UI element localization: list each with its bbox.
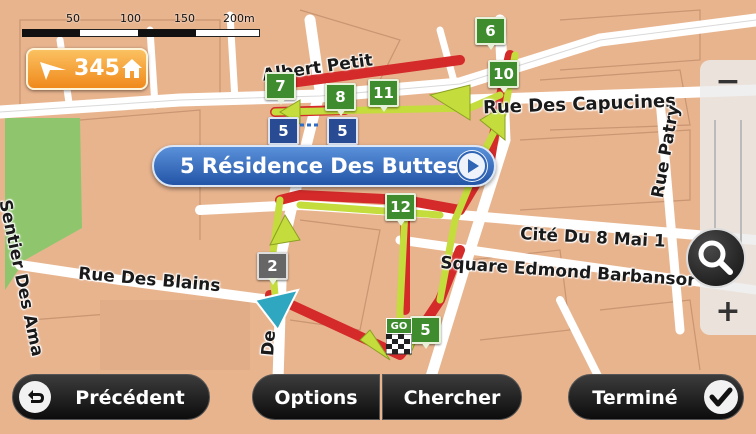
options-button[interactable]: Options [252,374,380,420]
scale-label-50: 50 [66,12,80,25]
location-bubble[interactable]: 5 Résidence Des Buttes [152,145,496,187]
checkmark-icon [704,380,738,414]
search-text-button[interactable]: Chercher [382,374,522,420]
home-distance-badge[interactable]: 345 [26,48,148,90]
route-marker[interactable]: 2 [257,252,288,285]
route-marker[interactable]: 5 [327,117,358,145]
route-marker[interactable]: 5 [410,316,441,349]
home-distance-value: 345 [74,56,120,81]
zoom-bar: − + [700,60,756,335]
search-button-label: Chercher [403,387,501,409]
house-icon [122,59,142,78]
scale-bar: 50 100 150 200m [20,12,260,40]
route-arrow-icon [40,62,66,80]
start-flag[interactable]: GO [386,318,412,358]
route-marker[interactable]: 12 [385,193,416,226]
location-bubble-text: 5 Résidence Des Buttes [180,154,460,178]
options-button-label: Options [274,387,358,409]
route-marker[interactable]: 11 [368,79,399,112]
scale-label-100: 100 [120,12,141,25]
map-screen: 50 100 150 200m 345 Albert Petit Rue Des… [0,0,756,434]
scale-label-200m: 200m [223,12,255,25]
scale-segment [138,29,196,37]
zoom-out-button[interactable]: − [708,62,748,102]
route-marker[interactable]: 6 [475,17,506,50]
scale-segment [22,29,80,37]
route-marker[interactable]: 8 [325,83,356,116]
play-icon[interactable] [456,150,488,182]
route-marker[interactable]: 10 [488,60,519,93]
scale-label-150: 150 [174,12,195,25]
street-label-de: De [258,329,281,357]
route-marker[interactable]: 7 [265,72,296,105]
back-arrow-icon [19,381,51,413]
done-button[interactable]: Terminé [568,374,744,420]
checkered-flag-icon [386,334,412,355]
search-button[interactable] [686,228,746,288]
back-button[interactable]: Précédent [12,374,210,420]
start-flag-label: GO [386,318,412,334]
done-button-label: Terminé [592,387,678,409]
zoom-in-button[interactable]: + [708,292,748,332]
route-marker[interactable]: 5 [268,117,299,145]
magnifier-icon [698,240,733,275]
back-button-label: Précédent [75,387,185,409]
